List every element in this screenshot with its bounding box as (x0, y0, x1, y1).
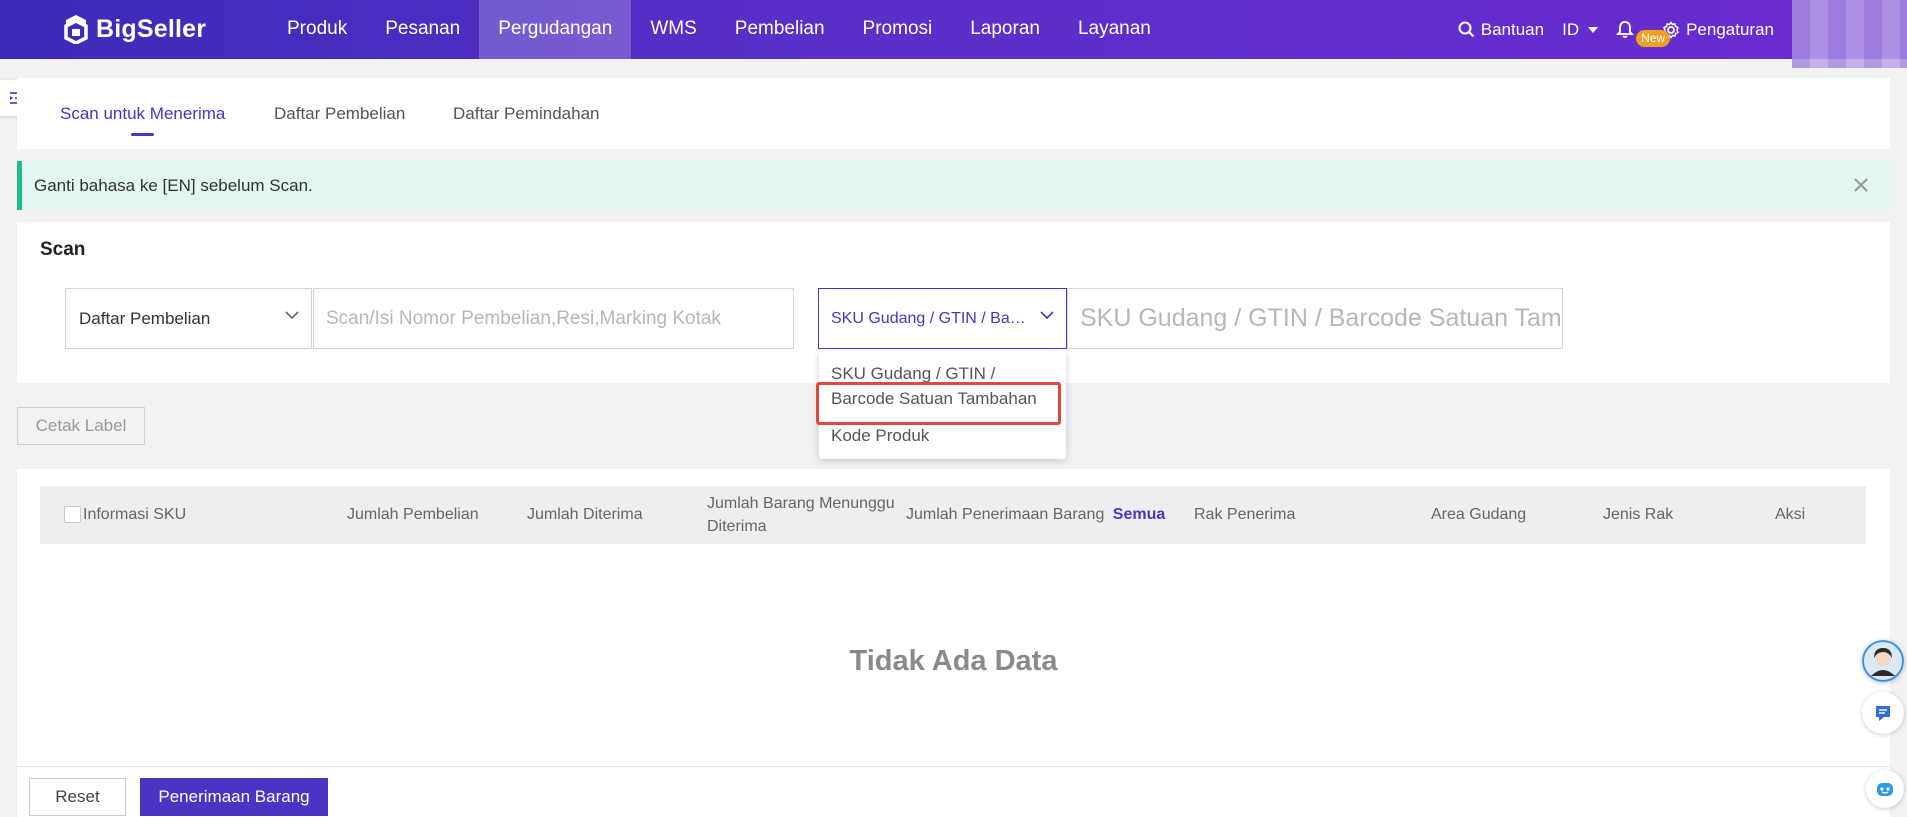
language-label: ID (1562, 19, 1580, 39)
chevron-down-icon (285, 311, 299, 320)
order-number-input[interactable] (313, 288, 794, 349)
select-all-checkbox[interactable] (64, 506, 81, 523)
help-label: Bantuan (1480, 19, 1545, 39)
tab-daftar-pemindahan[interactable]: Daftar Pemindahan (453, 104, 599, 124)
scan-title: Scan (40, 239, 86, 260)
column-header: Jumlah Pembelian (347, 506, 479, 523)
option-line: Barcode Satuan Tambahan (831, 389, 1037, 408)
bot-icon (1877, 783, 1893, 796)
new-badge: New (1636, 30, 1671, 47)
chat-button[interactable] (1862, 692, 1904, 734)
column-header: Jumlah Barang Menunggu Diterima (707, 495, 895, 535)
sku-type-dropdown: SKU Gudang / GTIN / Barcode Satuan Tamba… (819, 351, 1066, 459)
column-header: Jenis Rak (1603, 506, 1674, 523)
column-header: Rak Penerima (1194, 506, 1296, 523)
language-selector[interactable]: ID (1562, 19, 1599, 40)
empty-state-text: Tidak Ada Data (849, 645, 1058, 677)
receive-goods-button[interactable]: Penerimaan Barang (140, 778, 328, 816)
source-type-select[interactable]: Daftar Pembelian (65, 288, 312, 349)
notification-button[interactable]: New (1616, 20, 1671, 47)
main-nav: Produk Pesanan Pergudangan WMS Pembelian… (268, 0, 1170, 59)
nav-item-produk[interactable]: Produk (268, 0, 366, 59)
dropdown-option-sku-gtin-barcode[interactable]: SKU Gudang / GTIN / Barcode Satuan Tamba… (831, 361, 1037, 411)
nav-item-layanan[interactable]: Layanan (1059, 0, 1170, 59)
bigseller-logo[interactable]: BigSeller (62, 14, 206, 44)
sku-type-select[interactable]: SKU Gudang / GTIN / Barcode Satuan Tamba… (818, 288, 1067, 349)
source-type-value: Daftar Pembelian (79, 308, 211, 328)
close-icon[interactable] (1850, 174, 1872, 196)
nav-item-pergudangan[interactable]: Pergudangan (479, 0, 632, 59)
caret-down-icon (1588, 26, 1599, 33)
nav-item-pembelian[interactable]: Pembelian (716, 0, 844, 59)
column-header: Jumlah Penerimaan Barang (906, 506, 1105, 523)
column-header: Area Gudang (1431, 506, 1527, 523)
bigseller-logo-icon (64, 15, 88, 44)
alert-text: Ganti bahasa ke [EN] sebelum Scan. (34, 175, 313, 195)
top-navigation-bar: BigSeller Produk Pesanan Pergudangan WMS… (0, 0, 1907, 68)
all-link[interactable]: Semua (1113, 506, 1165, 523)
nav-item-promosi[interactable]: Promosi (844, 0, 952, 59)
active-tab-indicator (131, 133, 154, 136)
tab-scan-untuk-menerima[interactable]: Scan untuk Menerima (60, 104, 225, 124)
chevron-down-icon (1040, 311, 1054, 320)
nav-item-laporan[interactable]: Laporan (951, 0, 1059, 59)
user-avatar[interactable] (1792, 0, 1907, 68)
column-header-receive-qty: Jumlah Penerimaan Barang Semua (906, 506, 1165, 524)
column-header: Jumlah Diterima (527, 506, 643, 523)
column-header: Informasi SKU (83, 506, 187, 523)
search-icon (1458, 21, 1474, 38)
reset-button[interactable]: Reset (29, 778, 126, 816)
settings-link[interactable]: Pengaturan (1662, 20, 1774, 40)
agent-avatar-icon (1862, 640, 1904, 682)
sku-barcode-input[interactable] (1067, 288, 1563, 349)
logo-text: BigSeller (96, 14, 207, 43)
tabs-bar: Scan untuk Menerima Daftar Pembelian Daf… (17, 78, 1890, 149)
settings-label: Pengaturan (1686, 19, 1774, 39)
dropdown-option-kode-produk[interactable]: Kode Produk (831, 423, 929, 448)
option-line: SKU Gudang / GTIN / (831, 364, 996, 383)
bell-icon (1616, 21, 1635, 38)
nav-item-wms[interactable]: WMS (631, 0, 715, 59)
print-label-button[interactable]: Cetak Label (17, 407, 145, 445)
assistant-bot-button[interactable] (1866, 770, 1904, 808)
receiving-table: Informasi SKU Jumlah Pembelian Jumlah Di… (17, 469, 1890, 766)
nav-item-pesanan[interactable]: Pesanan (366, 0, 479, 59)
table-header: Informasi SKU Jumlah Pembelian Jumlah Di… (40, 486, 1866, 544)
language-alert: Ganti bahasa ke [EN] sebelum Scan. (17, 161, 1890, 210)
column-header: Aksi (1775, 506, 1806, 523)
tab-daftar-pembelian[interactable]: Daftar Pembelian (274, 104, 405, 124)
support-agent-avatar[interactable] (1862, 640, 1904, 682)
chat-icon (1876, 706, 1890, 721)
help-link[interactable]: Bantuan (1458, 20, 1544, 40)
bottom-action-bar: Reset Penerimaan Barang (17, 766, 1890, 817)
sku-type-value: SKU Gudang / GTIN / Barcode Satuan Tamba… (831, 309, 1031, 327)
top-right-actions: Bantuan ID New Pengaturan (1458, 0, 1907, 68)
